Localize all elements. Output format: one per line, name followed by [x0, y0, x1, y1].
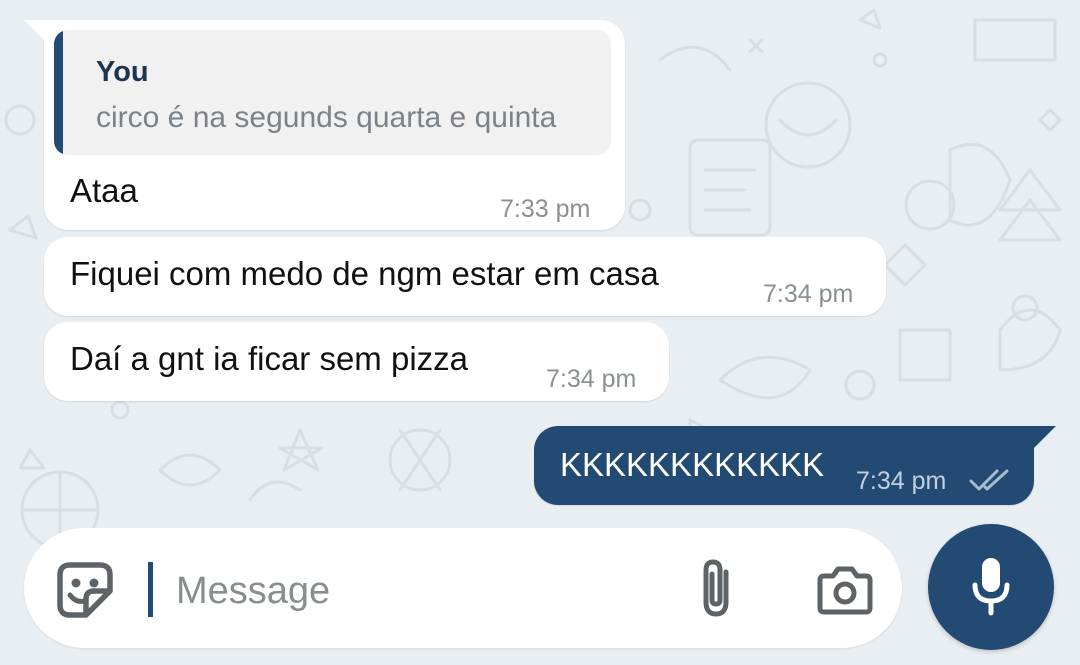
message-time: 7:34 pm: [856, 467, 947, 495]
microphone-button[interactable]: [928, 524, 1054, 650]
microphone-icon: [972, 558, 1010, 616]
paperclip-icon[interactable]: [696, 558, 736, 620]
bubble-tail-incoming: [24, 20, 48, 44]
camera-icon[interactable]: [816, 566, 874, 616]
message-bubble-incoming[interactable]: Daí a gnt ia ficar sem pizza 7:34 pm: [44, 322, 669, 401]
message-bubble-incoming-with-reply[interactable]: You circo é na segunds quarta e quinta A…: [44, 20, 625, 230]
message-time: 7:33 pm: [500, 195, 591, 223]
message-time: 7:34 pm: [763, 280, 854, 308]
message-text: Ataa: [70, 172, 138, 209]
reply-quote[interactable]: You circo é na segunds quarta e quinta: [54, 30, 611, 155]
message-time: 7:34 pm: [546, 365, 637, 393]
read-double-check-icon: [969, 469, 1009, 491]
message-bubble-incoming[interactable]: Fiquei com medo de ngm estar em casa 7:3…: [44, 237, 886, 316]
message-text: Fiquei com medo de ngm estar em casa: [70, 255, 659, 292]
reply-quote-author: You: [96, 56, 149, 88]
message-text: KKKKKKKKKKKK: [560, 446, 825, 483]
text-cursor: [148, 562, 153, 617]
message-bubble-outgoing[interactable]: KKKKKKKKKKKK 7:34 pm: [534, 426, 1034, 505]
reply-quote-text: circo é na segunds quarta e quinta: [96, 101, 557, 134]
reply-quote-bar: [54, 30, 63, 155]
message-text: Daí a gnt ia ficar sem pizza: [70, 340, 468, 377]
sticker-icon[interactable]: [56, 561, 114, 619]
message-composer: Message: [24, 528, 902, 648]
bubble-tail-outgoing: [1032, 426, 1056, 450]
message-input[interactable]: Message: [176, 570, 330, 613]
